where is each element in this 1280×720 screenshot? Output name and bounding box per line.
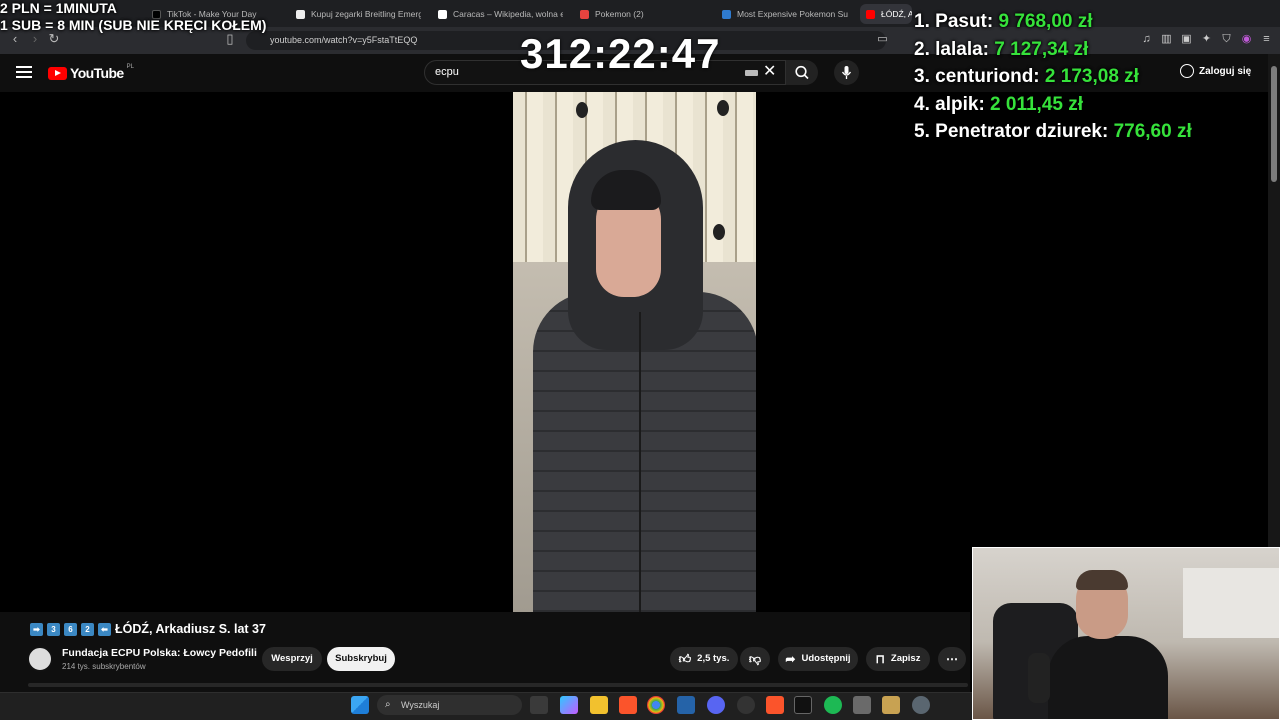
aria-icon[interactable]: ◉ bbox=[1240, 33, 1253, 46]
keycap-badge: ⬅ bbox=[98, 622, 111, 636]
search-button[interactable] bbox=[786, 60, 818, 85]
leaderboard-entry: 4. alpik: 2 011,45 zł bbox=[914, 93, 1084, 115]
windows-start-icon[interactable] bbox=[351, 696, 369, 714]
tab-youtube-active[interactable]: ŁÓDŹ, Ar bbox=[860, 4, 912, 24]
obs-icon[interactable] bbox=[737, 696, 755, 714]
taskbar-search[interactable]: ⌕ Wyszukaj bbox=[377, 695, 522, 715]
support-button[interactable]: Wesprzyj bbox=[262, 647, 322, 671]
scrollbar-thumb[interactable] bbox=[1271, 66, 1277, 182]
reload-icon[interactable]: ↻ bbox=[47, 32, 61, 46]
video-title: ➡ 3 6 2 ⬅ ŁÓDŹ, Arkadiusz S. lat 37 bbox=[30, 622, 266, 636]
more-icon: ⋯ bbox=[946, 652, 958, 666]
file-explorer-icon[interactable] bbox=[590, 696, 608, 714]
dislike-button[interactable]: 👎︎ bbox=[740, 647, 770, 671]
tab-pokemon[interactable]: Pokemon (2) bbox=[580, 4, 690, 24]
channel-name[interactable]: Fundacja ECPU Polska: Łowcy Pedofili bbox=[62, 647, 257, 659]
spotify-icon[interactable] bbox=[824, 696, 842, 714]
donation-leaderboard: 1. Pasut: 9 768,00 zł 2. lalala: 7 127,3… bbox=[914, 8, 1192, 146]
bookmark-icon: ⊓ bbox=[875, 652, 885, 666]
keyboard-icon[interactable] bbox=[745, 70, 758, 76]
voice-search-button[interactable] bbox=[834, 60, 859, 85]
share-button[interactable]: ➦ Udostępnij bbox=[778, 647, 858, 671]
save-button[interactable]: ⊓ Zapisz bbox=[866, 647, 930, 671]
subscribe-button[interactable]: Subskrybuj bbox=[327, 647, 395, 671]
chrome-icon[interactable] bbox=[647, 696, 665, 714]
forward-icon[interactable]: › bbox=[28, 32, 42, 46]
tab-breitling[interactable]: Kupuj zegarki Breitling Emerge bbox=[296, 4, 421, 24]
description-box-edge bbox=[28, 683, 968, 687]
keycap-badge: 6 bbox=[64, 622, 77, 636]
share-icon: ➦ bbox=[785, 652, 796, 666]
streamer-webcam bbox=[972, 547, 1280, 720]
youtube-play-icon bbox=[48, 66, 67, 80]
thumbs-down-icon: 👎︎ bbox=[748, 652, 762, 666]
task-view-icon[interactable] bbox=[530, 696, 548, 714]
copilot-icon[interactable] bbox=[560, 696, 578, 714]
like-button[interactable]: 👍︎ 2,5 tys. bbox=[670, 647, 738, 671]
tab-wikipedia[interactable]: Caracas – Wikipedia, wolna en bbox=[438, 4, 563, 24]
discord-icon[interactable] bbox=[707, 696, 725, 714]
search-icon bbox=[795, 65, 809, 80]
pokemon-icon bbox=[580, 9, 589, 19]
search-icon: ⌕ bbox=[385, 699, 391, 710]
microphone-icon bbox=[841, 66, 852, 79]
keycap-badge: 3 bbox=[47, 622, 60, 636]
site-icon bbox=[722, 9, 731, 19]
calculator-icon[interactable] bbox=[853, 696, 871, 714]
hamburger-menu-icon[interactable] bbox=[16, 66, 32, 78]
leaderboard-entry: 3. centuriond: 2 173,08 zł bbox=[914, 66, 1139, 87]
leaderboard-entry: 1. Pasut: 9 768,00 zł bbox=[914, 11, 1093, 32]
youtube-icon bbox=[866, 9, 875, 19]
keycap-badge: 2 bbox=[81, 622, 94, 636]
menu-icon[interactable]: ≡ bbox=[1260, 33, 1273, 46]
store-icon[interactable] bbox=[677, 696, 695, 714]
leaderboard-entry: 5. Penetrator dziurek: 776,60 zł bbox=[914, 121, 1192, 142]
site-icon bbox=[296, 9, 305, 19]
channel-avatar[interactable] bbox=[27, 646, 53, 672]
game-launcher-icon[interactable] bbox=[882, 696, 900, 714]
cast-icon[interactable]: ▭ bbox=[876, 33, 889, 46]
video-frame-image bbox=[513, 92, 756, 612]
wikipedia-icon bbox=[438, 9, 447, 19]
shield-icon[interactable]: ⛉ bbox=[1220, 33, 1233, 46]
donation-rules-overlay: 2 PLN = 1MINUTA 1 SUB = 8 MIN (SUB NIE K… bbox=[0, 0, 267, 33]
tab-most-expensive[interactable]: Most Expensive Pokemon Surg bbox=[722, 4, 848, 24]
clear-search-icon[interactable]: ✕ bbox=[763, 63, 776, 81]
thumbs-up-icon: 👍︎ bbox=[678, 652, 692, 666]
brave-browser-icon[interactable] bbox=[619, 696, 637, 714]
settings-icon[interactable] bbox=[912, 696, 930, 714]
bookmark-icon[interactable]: ▯ bbox=[223, 32, 237, 46]
youtube-logo[interactable]: YouTube PL bbox=[48, 64, 134, 81]
brave-browser-icon[interactable] bbox=[766, 696, 784, 714]
leaderboard-entry: 2. lalala: 7 127,34 zł bbox=[914, 38, 1089, 60]
more-actions-button[interactable]: ⋯ bbox=[938, 647, 966, 671]
back-icon[interactable]: ‹ bbox=[8, 32, 22, 46]
keycap-badge: ➡ bbox=[30, 622, 43, 636]
subathon-timer: 312:22:47 bbox=[520, 30, 721, 77]
subscriber-count: 214 tys. subskrybentów bbox=[62, 662, 146, 671]
extensions-icon[interactable]: ✦ bbox=[1200, 33, 1213, 46]
app-icon[interactable] bbox=[794, 696, 812, 714]
